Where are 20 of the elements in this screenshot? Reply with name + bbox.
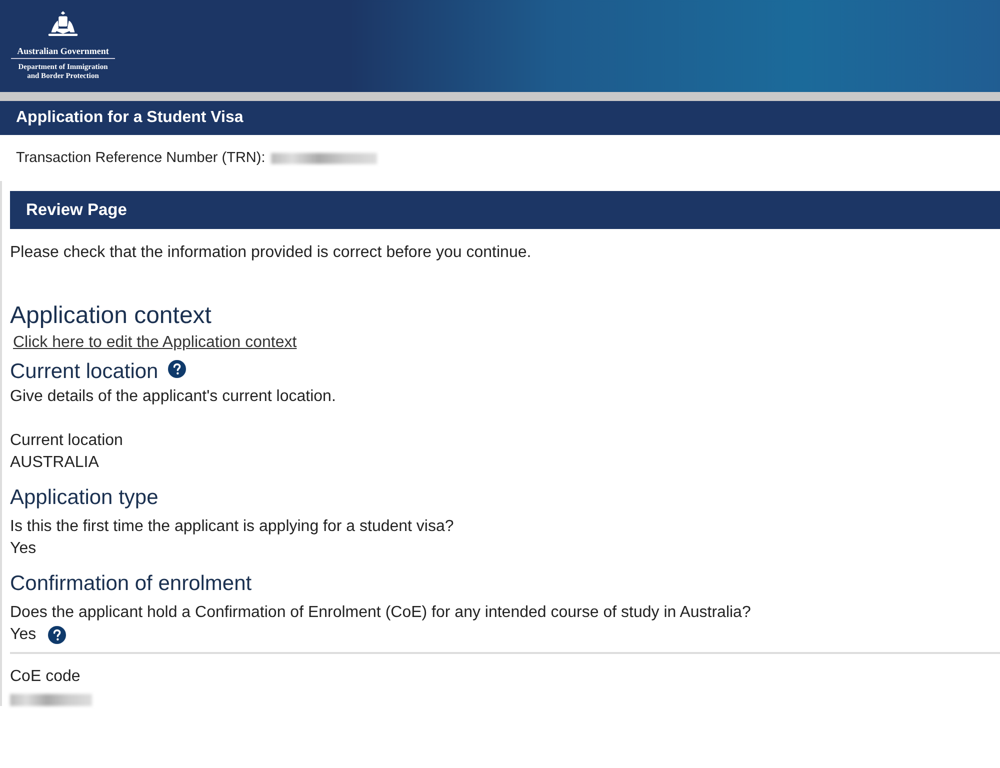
section-heading: Current location	[10, 360, 158, 384]
help-icon[interactable]	[48, 626, 66, 644]
page-title: Application for a Student Visa	[16, 109, 244, 127]
help-icon[interactable]	[168, 360, 186, 378]
section-heading: Application type	[10, 486, 158, 510]
section-title: Review Page	[26, 200, 127, 220]
intro-text: Please check that the information provided is correct before you continue.	[10, 244, 532, 262]
logo-title: Australian Government	[11, 46, 115, 59]
trn-label: Transaction Reference Number (TRN):	[16, 150, 266, 166]
description-text: Give details of the applicant's current location.	[10, 388, 337, 406]
field-label: CoE code	[10, 668, 82, 686]
field-label: Does the applicant hold a Confirmation of Enrolment (CoE) for any intended course of study in Australia?	[10, 604, 752, 622]
field-label: Current location	[10, 432, 124, 450]
field-value: Yes	[10, 626, 36, 644]
field-label: Is this the first time the applicant is applying for a student visa?	[10, 518, 455, 536]
field-value: AUSTRALIA	[10, 454, 99, 472]
edit-link[interactable]: Click here to edit the Application context	[13, 334, 297, 352]
section-heading: Confirmation of enrolment	[10, 572, 252, 596]
field-value: Yes	[10, 540, 36, 558]
section-heading: Application context	[10, 302, 212, 330]
